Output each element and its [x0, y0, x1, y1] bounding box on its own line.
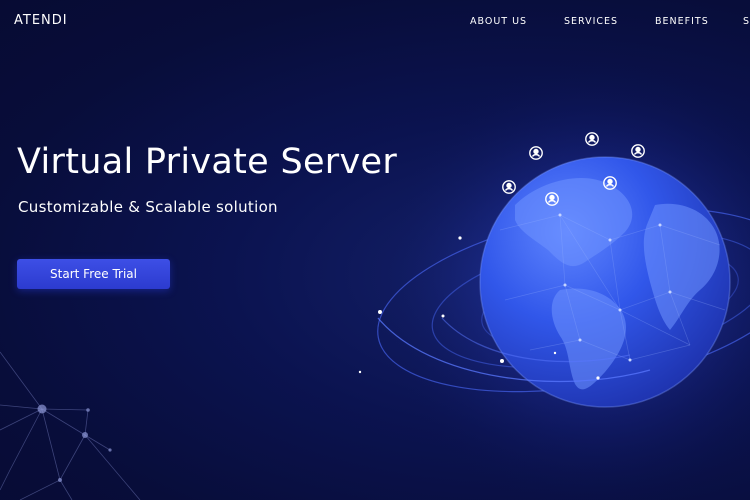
network-nodes: [37, 404, 112, 482]
user-icon: [585, 132, 599, 146]
south-america-shape: [551, 288, 626, 390]
orbit-front-arc: [377, 317, 651, 383]
user-icon: [502, 180, 516, 194]
hero-illustration: [0, 55, 750, 500]
north-america-shape: [515, 177, 633, 267]
user-icon: [529, 146, 543, 160]
globe-glow: [370, 55, 750, 500]
top-navigation-bar: ATENDI ABOUT US SERVICES BENEFITS S: [0, 0, 750, 42]
start-free-trial-button[interactable]: Start Free Trial: [17, 259, 170, 289]
user-icon: [603, 176, 617, 190]
nav-services[interactable]: SERVICES: [564, 16, 618, 27]
orbit-rings: [377, 207, 750, 393]
hero-subtitle: Customizable & Scalable solution: [18, 198, 278, 216]
nav-item-truncated[interactable]: S: [743, 16, 750, 27]
user-icons: [502, 132, 645, 206]
user-icon: [631, 144, 645, 158]
main-nav: ABOUT US SERVICES BENEFITS S: [0, 16, 750, 30]
user-icon: [545, 192, 559, 206]
nav-about-us[interactable]: ABOUT US: [470, 16, 527, 27]
nav-benefits[interactable]: BENEFITS: [655, 16, 709, 27]
network-graph: [0, 351, 141, 500]
hero-title: Virtual Private Server: [17, 142, 398, 182]
globe-icon: [479, 156, 731, 408]
africa-europe-shape: [643, 203, 720, 330]
orbit-sparkles: [358, 236, 600, 380]
